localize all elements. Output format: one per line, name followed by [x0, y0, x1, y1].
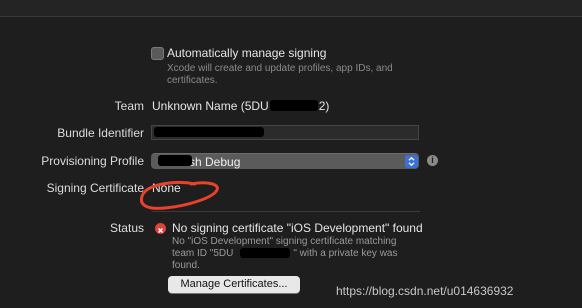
signing-certificate-label: Signing Certificate [46, 181, 144, 195]
redaction-mark [240, 248, 290, 258]
auto-manage-signing-checkbox[interactable] [151, 47, 164, 60]
error-icon [155, 223, 166, 234]
status-detail: No "iOS Development" signing certificate… [172, 236, 398, 271]
window-top-bar [0, 0, 582, 17]
info-icon[interactable]: i [427, 155, 438, 166]
redaction-mark [158, 155, 192, 166]
watermark: https://blog.csdn.net/u014636932 [336, 284, 514, 298]
auto-manage-signing-label[interactable]: Automatically manage signing [167, 46, 326, 60]
chevron-updown-icon [405, 155, 418, 168]
provisioning-profile-value: sh Debug [189, 155, 241, 169]
redaction-mark [270, 100, 318, 111]
provisioning-profile-label: Provisioning Profile [41, 154, 144, 168]
section-divider [152, 211, 420, 212]
auto-manage-signing-hint: Xcode will create and update profiles, a… [167, 63, 393, 86]
status-title: No signing certificate "iOS Development"… [172, 221, 423, 235]
bundle-identifier-label: Bundle Identifier [57, 126, 144, 140]
red-circle-annotation [140, 180, 219, 210]
status-label: Status [109, 221, 144, 235]
manage-certificates-button[interactable]: Manage Certificates... [168, 276, 300, 293]
team-label: Team [114, 99, 144, 113]
redaction-mark [154, 127, 264, 137]
